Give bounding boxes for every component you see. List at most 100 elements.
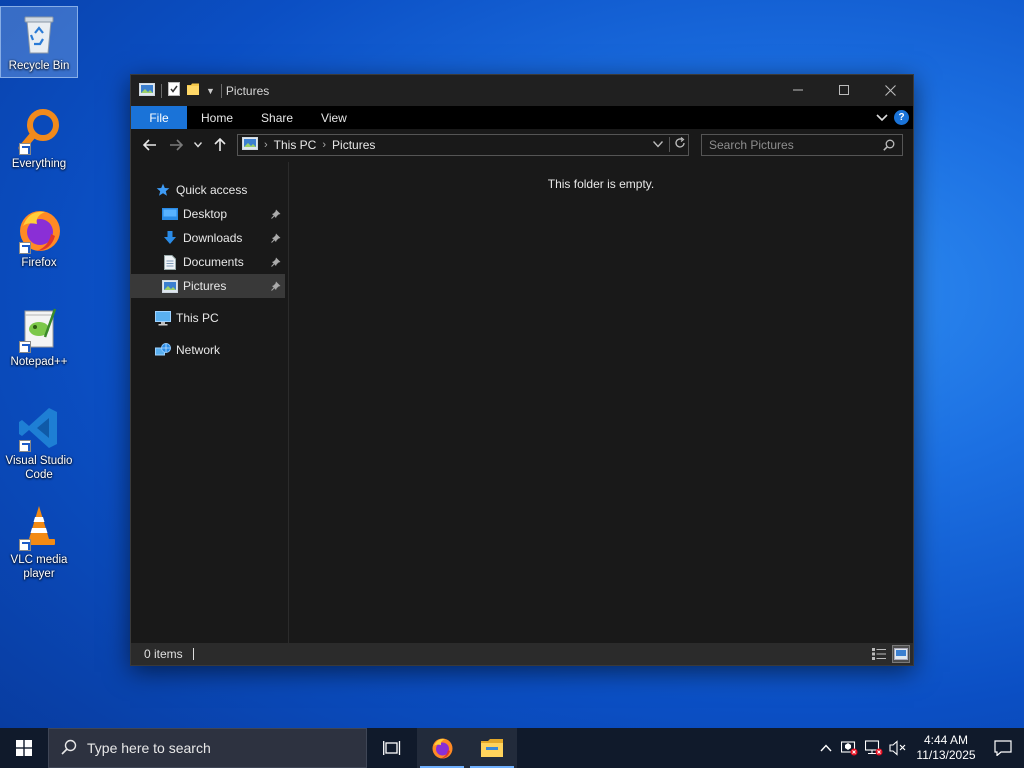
desktop-icon-firefox[interactable]: Firefox — [0, 204, 78, 276]
quick-access-toolbar: ▼ — [131, 82, 222, 99]
file-list-pane[interactable]: This folder is empty. — [289, 162, 913, 643]
tab-share[interactable]: Share — [247, 106, 307, 129]
desktop-icon-label: Everything — [11, 158, 67, 170]
recycle-bin-icon — [15, 9, 63, 57]
item-count: 0 items — [144, 647, 183, 661]
back-button[interactable] — [137, 133, 163, 157]
security-alert-icon[interactable] — [838, 728, 862, 768]
pin-icon[interactable] — [271, 208, 281, 222]
view-toggle-group — [870, 645, 910, 663]
pin-icon[interactable] — [271, 256, 281, 270]
taskbar-search-box[interactable]: Type here to search — [48, 728, 367, 768]
separator — [192, 648, 194, 660]
computer-icon — [155, 310, 171, 326]
clock[interactable]: 4:44 AM 11/13/2025 — [910, 733, 982, 763]
search-input[interactable] — [709, 138, 874, 152]
address-bar[interactable]: › This PC › Pictures — [237, 134, 689, 156]
breadcrumb-chevron-icon[interactable]: › — [264, 139, 268, 151]
network-globe-icon — [155, 342, 171, 358]
nav-item-label: Pictures — [183, 279, 227, 293]
large-icons-view-button[interactable] — [892, 645, 910, 663]
windows-logo-icon — [16, 740, 32, 756]
up-button[interactable] — [207, 133, 233, 157]
show-hidden-icons-chevron-icon[interactable] — [814, 728, 838, 768]
window-controls — [775, 75, 913, 105]
properties-icon[interactable] — [168, 82, 180, 99]
shortcut-arrow-icon — [19, 539, 31, 551]
start-button[interactable] — [0, 728, 48, 768]
everything-icon — [15, 107, 63, 155]
file-explorer-icon — [481, 739, 503, 757]
taskbar-app-file-explorer[interactable] — [467, 728, 517, 768]
taskbar: Type here to search 4:44 AM 11/13/2025 — [0, 728, 1024, 768]
download-arrow-icon — [162, 230, 178, 246]
desktop-icon-label: Recycle Bin — [8, 60, 70, 72]
desktop-icon-notepad-plus-plus[interactable]: Notepad++ — [0, 303, 78, 375]
star-icon — [155, 182, 171, 198]
nav-item-label: Downloads — [183, 231, 243, 245]
taskbar-app-firefox[interactable] — [417, 728, 467, 768]
volume-muted-icon[interactable] — [886, 728, 910, 768]
desktop-icon-recycle-bin[interactable]: Recycle Bin — [0, 6, 78, 78]
customize-toolbar-dropdown-icon[interactable]: ▼ — [206, 86, 215, 96]
separator — [161, 83, 162, 98]
maximize-button[interactable] — [821, 75, 867, 105]
desktop-icon-everything[interactable]: Everything — [0, 105, 78, 177]
desktop-icon-vlc[interactable]: VLC media player — [0, 501, 78, 580]
separator — [220, 83, 222, 98]
new-folder-icon[interactable] — [186, 82, 200, 99]
nav-item-desktop[interactable]: Desktop — [131, 202, 285, 226]
nav-item-quick-access[interactable]: Quick access — [131, 178, 285, 202]
search-box[interactable] — [701, 134, 903, 156]
navigation-pane[interactable]: Quick access Desktop Downloads Documents… — [131, 162, 289, 643]
ribbon-right-controls: ? — [876, 108, 909, 127]
nav-item-label: Quick access — [176, 183, 248, 197]
breadcrumb-pictures[interactable]: Pictures — [332, 138, 375, 152]
nav-item-documents[interactable]: Documents — [131, 250, 285, 274]
clock-time: 4:44 AM — [923, 733, 969, 747]
nav-item-network[interactable]: Network — [131, 338, 285, 362]
pictures-folder-icon — [139, 82, 155, 99]
file-explorer-window[interactable]: ▼ Pictures File Home Share View ? › This… — [130, 74, 914, 666]
breadcrumb-this-pc[interactable]: This PC — [274, 138, 317, 152]
address-history-dropdown-icon[interactable] — [652, 139, 664, 151]
vlc-cone-icon — [15, 503, 63, 551]
minimize-button[interactable] — [775, 75, 821, 105]
nav-item-pictures[interactable]: Pictures — [131, 274, 285, 298]
recent-locations-dropdown[interactable] — [189, 133, 207, 157]
desktop-icon-vscode[interactable]: Visual Studio Code — [0, 402, 78, 481]
tab-home[interactable]: Home — [187, 106, 247, 129]
tab-file[interactable]: File — [131, 106, 187, 129]
document-icon — [162, 254, 178, 270]
tab-view[interactable]: View — [307, 106, 361, 129]
content-area: Quick access Desktop Downloads Documents… — [131, 162, 913, 643]
nav-item-this-pc[interactable]: This PC — [131, 306, 285, 330]
shortcut-arrow-icon — [19, 143, 31, 155]
task-view-icon — [383, 741, 401, 755]
task-view-button[interactable] — [367, 728, 417, 768]
title-bar[interactable]: ▼ Pictures — [131, 75, 913, 106]
desktop-folder-icon — [162, 206, 178, 222]
close-button[interactable] — [867, 75, 913, 105]
nav-item-label: Network — [176, 343, 221, 357]
nav-item-label: Desktop — [183, 207, 228, 221]
breadcrumb-chevron-icon[interactable]: › — [322, 139, 326, 151]
details-view-button[interactable] — [870, 645, 888, 663]
expand-ribbon-chevron-icon[interactable] — [876, 111, 888, 125]
address-end-controls — [652, 137, 686, 152]
nav-item-label: Documents — [183, 255, 244, 269]
status-bar: 0 items — [131, 643, 913, 665]
nav-item-label: This PC — [176, 311, 219, 325]
shortcut-arrow-icon — [19, 242, 31, 254]
network-status-icon[interactable] — [862, 728, 886, 768]
refresh-icon[interactable] — [669, 137, 686, 152]
action-center-button[interactable] — [982, 728, 1024, 768]
empty-folder-message: This folder is empty. — [547, 177, 655, 191]
forward-button[interactable] — [163, 133, 189, 157]
help-icon[interactable]: ? — [894, 110, 909, 125]
pin-icon[interactable] — [271, 232, 281, 246]
navigation-bar: › This PC › Pictures — [131, 129, 913, 161]
pin-icon[interactable] — [271, 280, 281, 294]
nav-item-downloads[interactable]: Downloads — [131, 226, 285, 250]
